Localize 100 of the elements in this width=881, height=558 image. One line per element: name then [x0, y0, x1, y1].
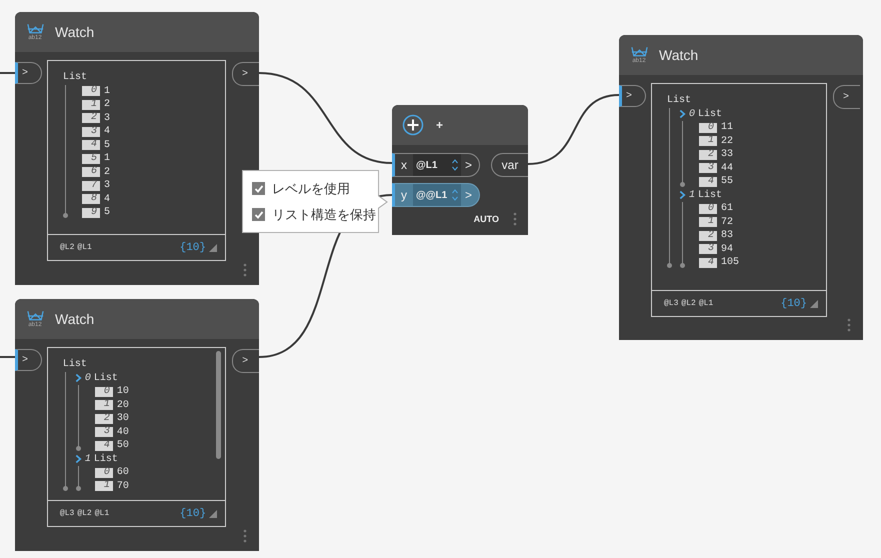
item-index: 0 — [94, 468, 113, 478]
port-name: y — [400, 188, 408, 202]
resize-icon[interactable] — [810, 300, 818, 308]
list-index: 1 — [689, 190, 696, 201]
level-label: @L1 — [77, 243, 92, 252]
item-count: {10} — [180, 242, 206, 254]
level-label: @L2 — [77, 509, 92, 518]
spinner-icon[interactable] — [449, 154, 461, 176]
item-value: 1 — [104, 86, 110, 97]
item-index: 0 — [82, 86, 100, 96]
lacing-label[interactable]: AUTO — [474, 214, 499, 224]
glasses-icon — [26, 22, 44, 34]
output-port[interactable]: var — [491, 153, 528, 177]
resize-icon[interactable] — [209, 510, 218, 518]
item-index: 9 — [82, 208, 100, 218]
spinner-icon[interactable] — [449, 184, 461, 206]
checkbox[interactable] — [252, 208, 265, 221]
port-arrow: > — [464, 158, 472, 172]
chevron-icon[interactable] — [679, 190, 686, 200]
node-title: Watch — [55, 24, 94, 40]
item-index: 2 — [94, 414, 113, 424]
input-port[interactable]: > — [619, 85, 646, 107]
item-value: 11 — [721, 122, 734, 134]
connector-wire — [0, 72, 15, 74]
item-index: 6 — [82, 167, 100, 178]
chevron-icon[interactable] — [74, 373, 82, 384]
input-port[interactable]: x @L1 > — [392, 153, 480, 177]
item-index: 3 — [94, 427, 113, 438]
item-index: 0 — [699, 122, 717, 133]
level-label: @L3 — [60, 509, 74, 518]
item-value: 5 — [104, 207, 110, 218]
item-value: 55 — [721, 176, 734, 188]
list-label: List — [698, 108, 722, 120]
level-label: @L2 — [60, 243, 74, 252]
checkbox[interactable] — [252, 182, 265, 195]
item-value: 33 — [721, 149, 734, 160]
scrollbar[interactable] — [216, 351, 222, 459]
level-label: @L3 — [664, 299, 678, 308]
input-port[interactable]: > — [15, 349, 42, 371]
resize-icon[interactable] — [209, 244, 217, 252]
option-label[interactable]: リスト構造を保持 — [272, 206, 376, 224]
item-count: {10} — [780, 298, 807, 310]
item-value: 20 — [116, 400, 129, 411]
item-value: 83 — [721, 230, 734, 242]
item-value: 3 — [104, 112, 110, 124]
level-label: @L2 — [681, 299, 696, 308]
option-label[interactable]: レベルを使用 — [272, 180, 350, 198]
item-value: 10 — [116, 386, 129, 398]
code-block-node[interactable]: + x @L1 > y @@L1 > var AUTO — [392, 105, 528, 235]
item-index: 1 — [94, 481, 113, 492]
more-icon[interactable] — [847, 318, 851, 332]
item-index: 3 — [699, 163, 717, 174]
item-value: 40 — [116, 426, 129, 438]
item-index: 1 — [94, 400, 113, 410]
level-field[interactable]: @@L1 — [413, 184, 449, 206]
plus-circle-icon — [402, 114, 424, 136]
level-field[interactable]: @L1 — [413, 154, 449, 176]
input-port[interactable]: y @@L1 > — [392, 183, 480, 207]
list-index: 0 — [689, 108, 696, 120]
node-title: + — [436, 118, 444, 132]
item-index: 1 — [699, 136, 717, 146]
input-port[interactable]: > — [15, 62, 42, 84]
chevron-icon[interactable] — [679, 109, 686, 120]
level-label: @L1 — [698, 299, 714, 308]
item-value: 1 — [104, 153, 110, 164]
output-port[interactable]: > — [232, 62, 259, 86]
item-value: 2 — [104, 166, 110, 178]
item-value: 2 — [104, 99, 110, 110]
list-label: List — [63, 72, 88, 84]
glasses-icon — [26, 310, 44, 322]
output-port[interactable]: > — [833, 85, 860, 109]
item-index: 2 — [699, 150, 717, 160]
item-index: 7 — [82, 180, 100, 191]
node-title: Watch — [55, 311, 94, 327]
more-icon[interactable] — [513, 212, 517, 226]
chevron-icon[interactable] — [74, 454, 82, 464]
item-index: 4 — [699, 176, 717, 187]
list-label: List — [94, 454, 118, 465]
port-name: x — [400, 158, 408, 172]
item-index: 0 — [94, 386, 113, 397]
item-value: 70 — [116, 480, 129, 492]
item-value: 50 — [116, 440, 129, 452]
item-index: 3 — [82, 126, 100, 137]
glasses-icon — [630, 46, 648, 58]
item-index: 1 — [82, 100, 100, 110]
item-index: 4 — [94, 440, 113, 451]
output-port[interactable]: > — [232, 349, 259, 373]
item-index: 4 — [699, 258, 717, 268]
item-index: 5 — [82, 154, 100, 164]
port-arrow: > — [464, 188, 472, 202]
item-index: 2 — [699, 230, 717, 241]
node-title: Watch — [659, 47, 698, 63]
list-index: 1 — [84, 454, 91, 465]
list-label: List — [667, 95, 692, 106]
more-icon[interactable] — [243, 529, 247, 543]
item-value: 30 — [116, 413, 129, 424]
list-label: List — [698, 190, 722, 201]
item-value: 105 — [721, 257, 740, 268]
item-index: 4 — [82, 140, 100, 150]
more-icon[interactable] — [243, 263, 247, 277]
